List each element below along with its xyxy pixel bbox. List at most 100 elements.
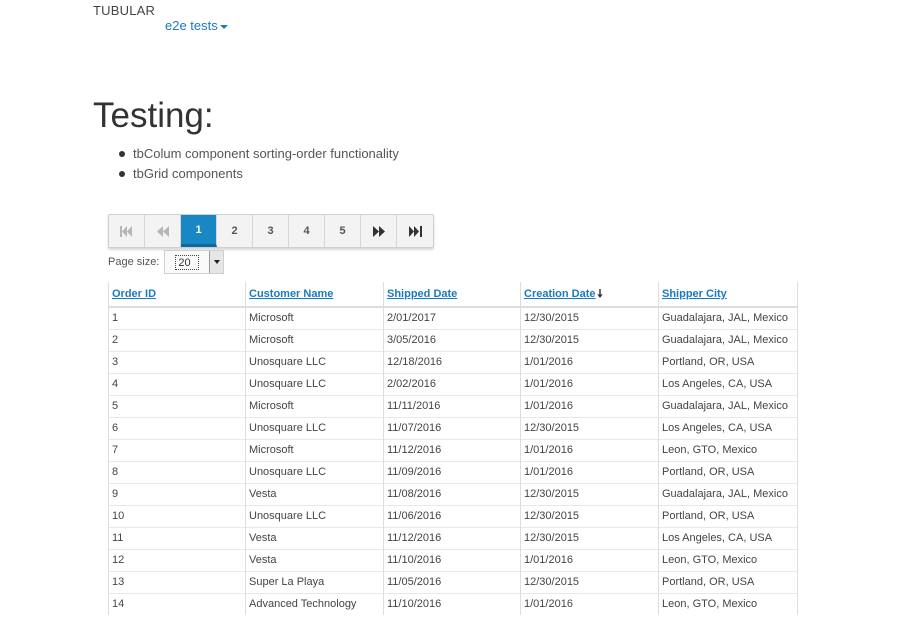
order-id-cell: 13 — [108, 570, 246, 593]
creation-date-cell: 12/30/2015 — [520, 328, 659, 351]
table-row: 2 Microsoft 3/05/2016 12/30/2015 Guadalajara… — [108, 328, 798, 351]
order-id-cell: 4 — [108, 372, 246, 395]
list-item: tbGrid components — [118, 164, 399, 184]
shipped-date-cell: 11/08/2016 — [383, 482, 521, 505]
table-row: 11 Vesta 11/12/2016 12/30/2015 Los Angeles, … — [108, 526, 798, 549]
table-row: 6 Unosquare LLC 11/07/2016 12/30/2015 Los An… — [108, 416, 798, 439]
page-button-2[interactable]: 2 — [217, 215, 253, 247]
creation-date-cell: 1/01/2016 — [520, 350, 659, 373]
shipper-city-cell: Los Angeles, CA, USA — [658, 526, 798, 549]
page-title: Testing: — [93, 96, 214, 135]
shipper-city-cell: Portland, OR, USA — [658, 350, 798, 373]
customer-name-cell: Microsoft — [245, 307, 384, 329]
shipped-date-cell: 11/11/2016 — [383, 394, 521, 417]
creation-date-cell: 12/30/2015 — [520, 416, 659, 439]
table-row: 10 Unosquare LLC 11/06/2016 12/30/2015 Portl… — [108, 504, 798, 527]
customer-name-cell: Vesta — [245, 482, 384, 505]
creation-date-cell: 12/30/2015 — [520, 526, 659, 549]
order-id-cell: 10 — [108, 504, 246, 527]
previous-page-icon — [156, 225, 169, 237]
page-button-1[interactable]: 1 — [181, 215, 217, 247]
page-button-3[interactable]: 3 — [253, 215, 289, 247]
table-row: 1 Microsoft 2/01/2017 12/30/2015 Guadalajara… — [108, 307, 798, 329]
next-page-button[interactable] — [361, 215, 397, 247]
column-header-order-id[interactable]: Order ID — [108, 282, 246, 308]
table-row: 4 Unosquare LLC 2/02/2016 1/01/2016 Los Ange… — [108, 372, 798, 395]
customer-name-cell: Microsoft — [245, 438, 384, 461]
customer-name-cell: Microsoft — [245, 394, 384, 417]
order-id-cell: 11 — [108, 526, 246, 549]
table-row: 9 Vesta 11/08/2016 12/30/2015 Guadalajara, J… — [108, 482, 798, 505]
customer-name-cell: Unosquare LLC — [245, 350, 384, 373]
page-size-control: Page size: 20 — [108, 250, 225, 274]
table-row: 8 Unosquare LLC 11/09/2016 1/01/2016 Portlan… — [108, 460, 798, 483]
table-row: 13 Super La Playa 11/05/2016 12/30/2015 Port… — [108, 570, 798, 593]
test-list: tbColum component sorting-order function… — [118, 144, 399, 184]
e2e-tests-menu[interactable]: e2e tests — [165, 18, 228, 33]
page-button-5[interactable]: 5 — [325, 215, 361, 247]
order-id-cell: 8 — [108, 460, 246, 483]
table-row: 3 Unosquare LLC 12/18/2016 1/01/2016 Portlan… — [108, 350, 798, 373]
shipped-date-cell: 11/12/2016 — [383, 526, 521, 549]
shipper-city-cell: Los Angeles, CA, USA — [658, 372, 798, 395]
brand: TUBULAR — [93, 3, 156, 18]
column-header-creation-date[interactable]: Creation Date — [520, 282, 659, 308]
column-header-shipper-city[interactable]: Shipper City — [658, 282, 798, 308]
menu-label: e2e tests — [165, 18, 218, 33]
shipped-date-cell: 11/10/2016 — [383, 592, 521, 615]
shipped-date-cell: 11/10/2016 — [383, 548, 521, 571]
shipper-city-cell: Leon, GTO, Mexico — [658, 592, 798, 615]
shipped-date-cell: 11/12/2016 — [383, 438, 521, 461]
order-id-cell: 1 — [108, 307, 246, 329]
order-id-cell: 9 — [108, 482, 246, 505]
next-page-icon — [372, 225, 385, 237]
pager: 1 2 3 4 5 — [108, 214, 434, 248]
shipped-date-cell: 3/05/2016 — [383, 328, 521, 351]
table-row: 5 Microsoft 11/11/2016 1/01/2016 Guadalajara… — [108, 394, 798, 417]
shipper-city-cell: Los Angeles, CA, USA — [658, 416, 798, 439]
customer-name-cell: Vesta — [245, 548, 384, 571]
shipper-city-cell: Guadalajara, JAL, Mexico — [658, 482, 798, 505]
creation-date-cell: 1/01/2016 — [520, 438, 659, 461]
customer-name-cell: Advanced Technology — [245, 592, 384, 615]
chevron-down-icon — [213, 260, 220, 264]
creation-date-cell: 12/30/2015 — [520, 307, 659, 329]
shipped-date-cell: 11/09/2016 — [383, 460, 521, 483]
shipper-city-cell: Guadalajara, JAL, Mexico — [658, 394, 798, 417]
creation-date-cell: 12/30/2015 — [520, 570, 659, 593]
customer-name-cell: Unosquare LLC — [245, 460, 384, 483]
first-page-button[interactable] — [109, 215, 145, 247]
page-size-select[interactable]: 20 — [164, 250, 225, 274]
column-label: Order ID — [112, 288, 157, 300]
column-label: Shipped Date — [387, 288, 458, 300]
caret-down-icon — [219, 24, 228, 29]
order-id-cell: 12 — [108, 548, 246, 571]
shipper-city-cell: Guadalajara, JAL, Mexico — [658, 328, 798, 351]
table-row: 14 Advanced Technology 11/10/2016 1/01/2016… — [108, 592, 798, 615]
shipper-city-cell: Guadalajara, JAL, Mexico — [658, 307, 798, 329]
shipper-city-cell: Leon, GTO, Mexico — [658, 548, 798, 571]
column-label: Customer Name — [249, 288, 334, 300]
page-button-4[interactable]: 4 — [289, 215, 325, 247]
table-row: 12 Vesta 11/10/2016 1/01/2016 Leon, GTO, Mex… — [108, 548, 798, 571]
column-header-shipped-date[interactable]: Shipped Date — [383, 282, 521, 308]
last-page-button[interactable] — [397, 215, 433, 247]
creation-date-cell: 1/01/2016 — [520, 460, 659, 483]
column-header-customer-name[interactable]: Customer Name — [245, 282, 384, 308]
shipper-city-cell: Portland, OR, USA — [658, 504, 798, 527]
list-item: tbColum component sorting-order function… — [118, 144, 399, 164]
table-row: 7 Microsoft 11/12/2016 1/01/2016 Leon, GTO, … — [108, 438, 798, 461]
order-id-cell: 3 — [108, 350, 246, 373]
page-size-value: 20 — [175, 254, 200, 270]
creation-date-cell: 12/30/2015 — [520, 482, 659, 505]
shipped-date-cell: 11/07/2016 — [383, 416, 521, 439]
creation-date-cell: 1/01/2016 — [520, 372, 659, 395]
shipper-city-cell: Portland, OR, USA — [658, 570, 798, 593]
customer-name-cell: Microsoft — [245, 328, 384, 351]
sort-descending-icon — [596, 289, 603, 298]
shipped-date-cell: 11/06/2016 — [383, 504, 521, 527]
shipper-city-cell: Leon, GTO, Mexico — [658, 438, 798, 461]
creation-date-cell: 1/01/2016 — [520, 592, 659, 615]
previous-page-button[interactable] — [145, 215, 181, 247]
dropdown-button[interactable] — [209, 251, 224, 273]
